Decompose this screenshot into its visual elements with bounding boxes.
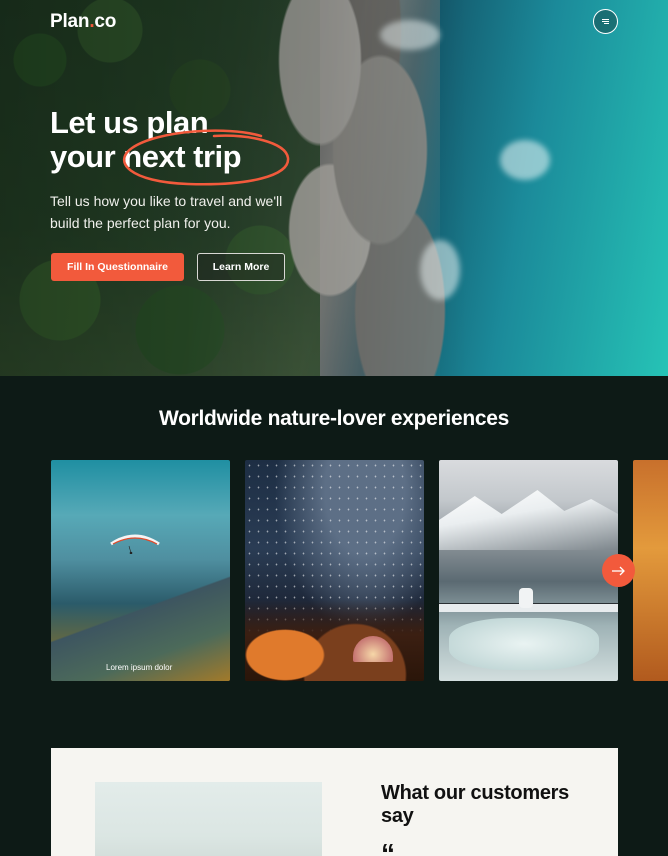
fill-questionnaire-button[interactable]: Fill In Questionnaire	[51, 253, 184, 281]
customer-photo	[95, 782, 322, 856]
logo-text-prefix: Plan	[50, 11, 90, 32]
hero-section	[0, 0, 668, 376]
experiences-title: Worldwide nature-lover experiences	[158, 407, 510, 430]
carousel-next-button[interactable]	[602, 554, 635, 587]
experience-card-bridge[interactable]	[439, 460, 618, 681]
arrow-right-icon	[612, 566, 625, 575]
glacier-lake-image	[449, 618, 599, 670]
brand-logo[interactable]: Plan.co	[50, 11, 116, 33]
testimonial-title: What our customers say	[381, 782, 569, 827]
hand-drawn-circle-icon	[122, 129, 290, 186]
testimonial-section: What our customers say “	[51, 748, 618, 856]
person-figure	[519, 588, 533, 608]
logo-text-suffix: co	[94, 11, 117, 32]
learn-more-button[interactable]: Learn More	[197, 253, 285, 281]
experience-card-partial[interactable]	[633, 460, 668, 681]
quote-mark-icon: “	[381, 838, 395, 856]
experience-card-paragliding[interactable]: Lorem ipsum dolor	[51, 460, 230, 681]
snowy-mountains-image	[439, 490, 618, 550]
menu-icon	[602, 19, 609, 24]
hero-overlay	[0, 0, 668, 376]
card-caption: Lorem ipsum dolor	[106, 663, 173, 672]
hero-subtext: Tell us how you like to travel and we'll…	[50, 193, 283, 231]
desert-rock-image	[245, 565, 424, 681]
experience-card-camping[interactable]	[245, 460, 424, 681]
paraglider-icon	[110, 534, 160, 554]
menu-button[interactable]	[593, 9, 618, 34]
